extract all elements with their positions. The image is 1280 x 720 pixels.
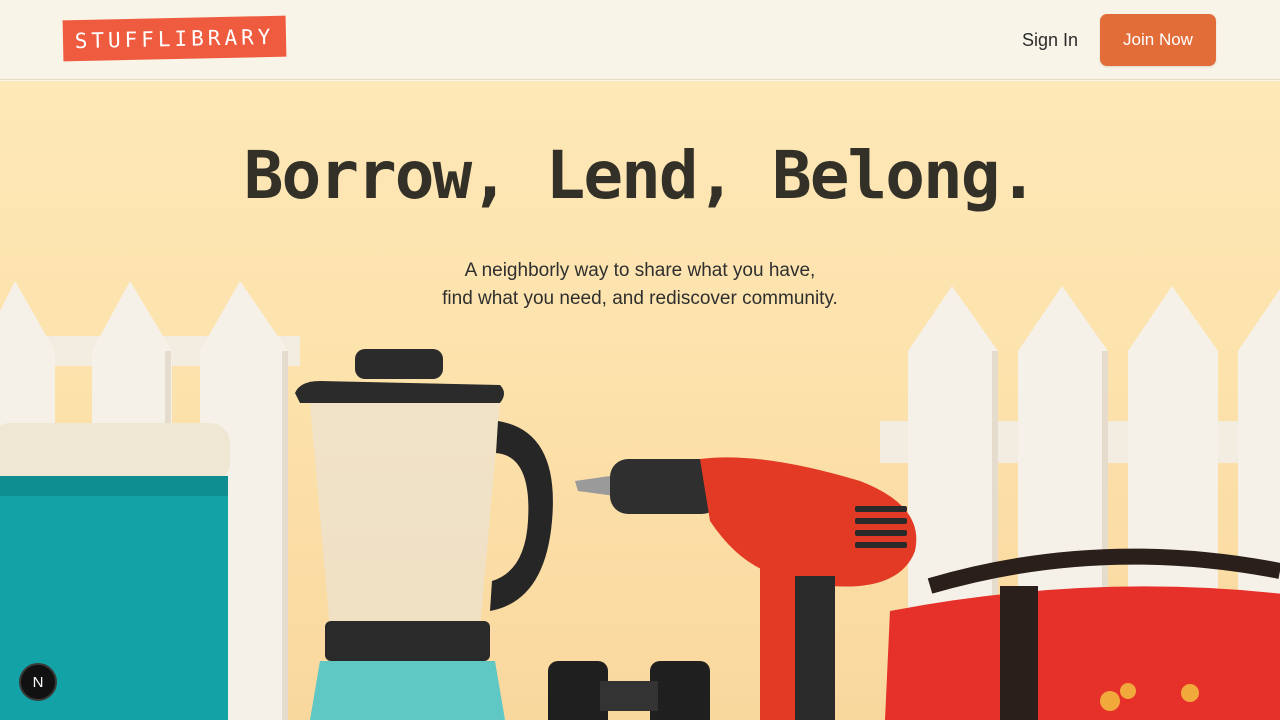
blender [295, 349, 553, 720]
hero-section: Borrow, Lend, Belong. A neighborly way t… [0, 81, 1280, 720]
join-now-button[interactable]: Join Now [1100, 14, 1216, 66]
binoculars [548, 661, 710, 720]
hero-title: Borrow, Lend, Belong. [243, 137, 1038, 214]
logo[interactable]: STUFFLIBRARY [62, 15, 287, 62]
hero-subtitle-line-2: find what you need, and rediscover commu… [442, 288, 838, 309]
nextjs-badge[interactable]: N [19, 663, 57, 701]
hero-subtitle: A neighborly way to share what you have,… [0, 257, 1280, 313]
sign-in-link[interactable]: Sign In [1010, 26, 1090, 54]
site-header: STUFFLIBRARY Sign In Join Now [0, 0, 1280, 80]
hero-subtitle-line-1: A neighborly way to share what you have, [464, 260, 816, 281]
power-drill [575, 457, 917, 720]
